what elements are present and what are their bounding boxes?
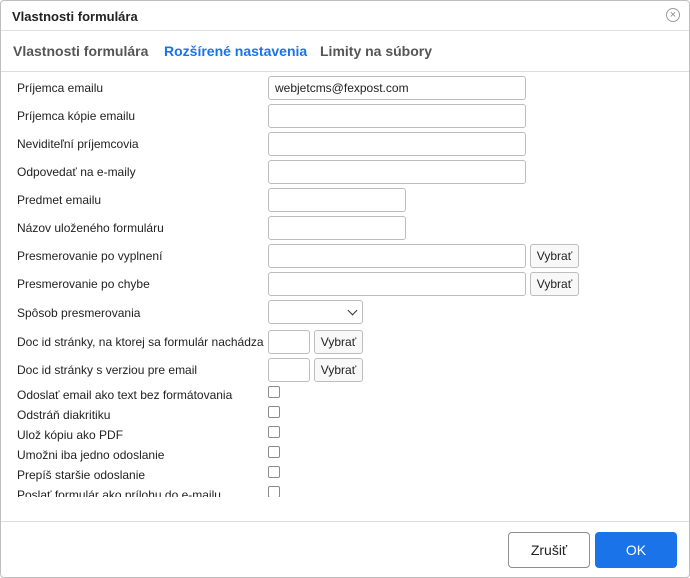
doc-id-form-label: Doc id stránky, na ktorej sa formulár na… — [17, 335, 264, 349]
save-pdf-copy-checkbox[interactable] — [268, 426, 280, 438]
subject-input[interactable] — [268, 188, 406, 212]
dialog-titlebar: Vlastnosti formulára × — [1, 1, 689, 31]
redirect-error-input[interactable] — [268, 272, 526, 296]
dialog-footer: Zrušiť OK — [1, 521, 689, 578]
recipient-label: Príjemca emailu — [17, 81, 104, 95]
redirect-method-label: Spôsob presmerovania — [17, 306, 141, 320]
advanced-settings-panel: Príjemca emailu Príjemca kópie emailu Ne… — [1, 72, 689, 497]
bcc-input[interactable] — [268, 132, 526, 156]
send-as-attachment-label: Poslať formulár ako prílohu do e-mailu — [17, 488, 221, 497]
remove-diacritics-label: Odstráň diakritiku — [17, 408, 111, 422]
form-properties-dialog: Vlastnosti formulára × Vlastnosti formul… — [0, 0, 690, 578]
redirect-success-label: Presmerovanie po vyplnení — [17, 249, 163, 263]
doc-id-form-input[interactable] — [268, 330, 310, 354]
cc-input[interactable] — [268, 104, 526, 128]
subject-label: Predmet emailu — [17, 193, 102, 207]
tab-advanced-settings[interactable]: Rozšírené nastavenia — [164, 43, 307, 59]
bcc-label: Neviditeľní príjemcovia — [17, 137, 139, 151]
ok-button[interactable]: OK — [595, 532, 677, 568]
doc-id-form-select-button[interactable]: Vybrať — [314, 330, 363, 354]
single-submission-checkbox[interactable] — [268, 446, 280, 458]
remove-diacritics-checkbox[interactable] — [268, 406, 280, 418]
overwrite-submission-checkbox[interactable] — [268, 466, 280, 478]
redirect-error-select-button[interactable]: Vybrať — [530, 272, 579, 296]
plain-text-email-label: Odoslať email ako text bez formátovania — [17, 388, 233, 402]
redirect-success-input[interactable] — [268, 244, 526, 268]
redirect-method-select[interactable] — [268, 300, 363, 324]
saved-form-name-input[interactable] — [268, 216, 406, 240]
save-pdf-copy-label: Ulož kópiu ako PDF — [17, 428, 124, 442]
doc-id-email-label: Doc id stránky s verziou pre email — [17, 363, 198, 377]
doc-id-email-input[interactable] — [268, 358, 310, 382]
saved-form-name-label: Názov uloženého formuláru — [17, 221, 164, 235]
send-as-attachment-checkbox[interactable] — [268, 486, 280, 497]
redirect-error-label: Presmerovanie po chybe — [17, 277, 150, 291]
chevron-down-icon — [347, 305, 358, 316]
tab-bar: Vlastnosti formulára Rozšírené nastaveni… — [1, 31, 689, 72]
reply-to-label: Odpovedať na e-maily — [17, 165, 136, 179]
single-submission-label: Umožni iba jedno odoslanie — [17, 448, 165, 462]
reply-to-input[interactable] — [268, 160, 526, 184]
recipient-input[interactable] — [268, 76, 526, 100]
cc-label: Príjemca kópie emailu — [17, 109, 136, 123]
close-icon[interactable]: × — [666, 8, 680, 22]
plain-text-email-checkbox[interactable] — [268, 386, 280, 398]
tab-file-limits[interactable]: Limity na súbory — [320, 43, 432, 59]
redirect-success-select-button[interactable]: Vybrať — [530, 244, 579, 268]
doc-id-email-select-button[interactable]: Vybrať — [314, 358, 363, 382]
cancel-button[interactable]: Zrušiť — [508, 532, 590, 568]
overwrite-submission-label: Prepíš staršie odoslanie — [17, 468, 146, 482]
tab-form-properties[interactable]: Vlastnosti formulára — [13, 43, 148, 59]
dialog-title: Vlastnosti formulára — [12, 9, 138, 24]
